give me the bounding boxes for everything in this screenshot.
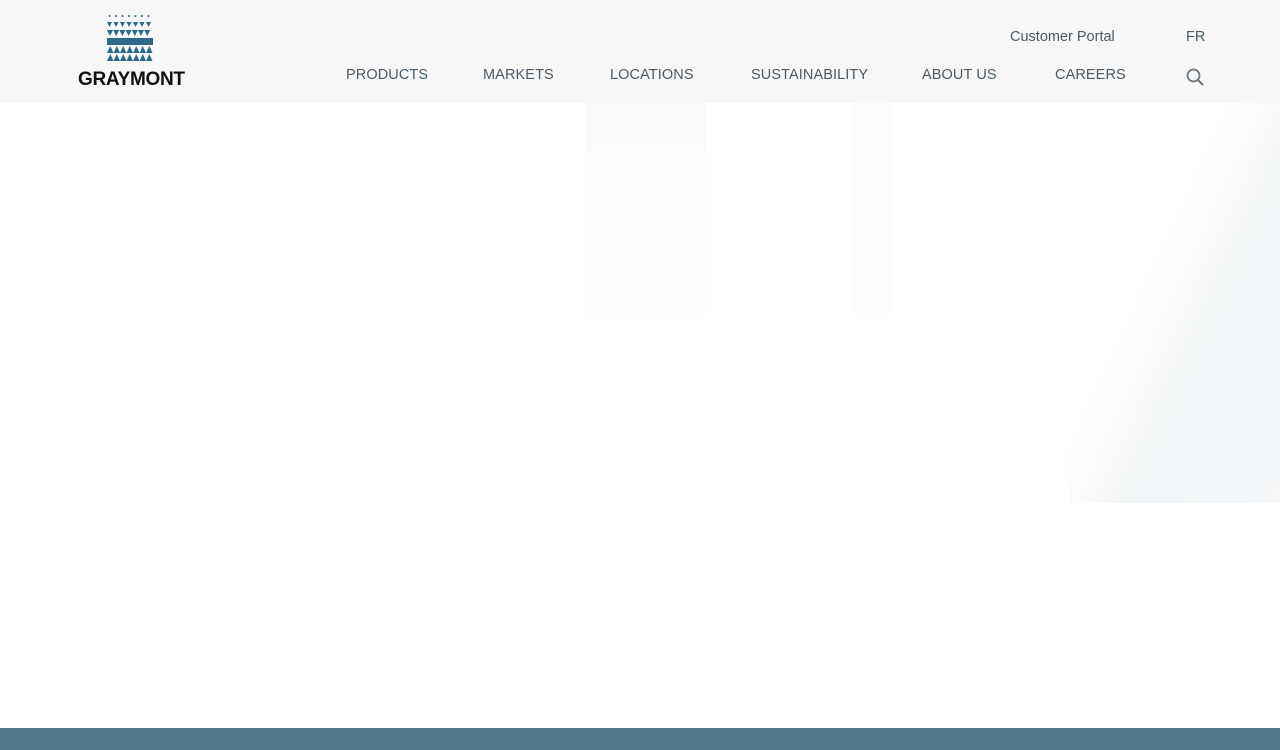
- graymont-logo-icon: [107, 15, 153, 61]
- graymont-logo[interactable]: GRAYMONT: [78, 14, 185, 90]
- hero-section: [0, 103, 1280, 728]
- language-toggle-fr[interactable]: FR: [1186, 28, 1205, 46]
- nav-item-sustainability[interactable]: SUSTAINABILITY: [751, 66, 868, 84]
- nav-item-careers[interactable]: CAREERS: [1055, 66, 1126, 84]
- nav-item-about-us[interactable]: ABOUT US: [922, 66, 997, 84]
- site-header: GRAYMONT Customer Portal FR PRODUCTS MAR…: [0, 0, 1280, 103]
- logo-wordmark: GRAYMONT: [78, 69, 185, 90]
- nav-item-products[interactable]: PRODUCTS: [346, 66, 428, 84]
- footer-bar: [0, 728, 1280, 750]
- nav-item-markets[interactable]: MARKETS: [483, 66, 554, 84]
- nav-item-locations[interactable]: LOCATIONS: [610, 66, 694, 84]
- hero-background-gradient: [1070, 103, 1280, 503]
- hero-background-fragment: [585, 103, 705, 313]
- customer-portal-link[interactable]: Customer Portal: [1010, 28, 1115, 46]
- search-icon[interactable]: [1185, 67, 1205, 87]
- hero-background-fragment: [852, 103, 892, 313]
